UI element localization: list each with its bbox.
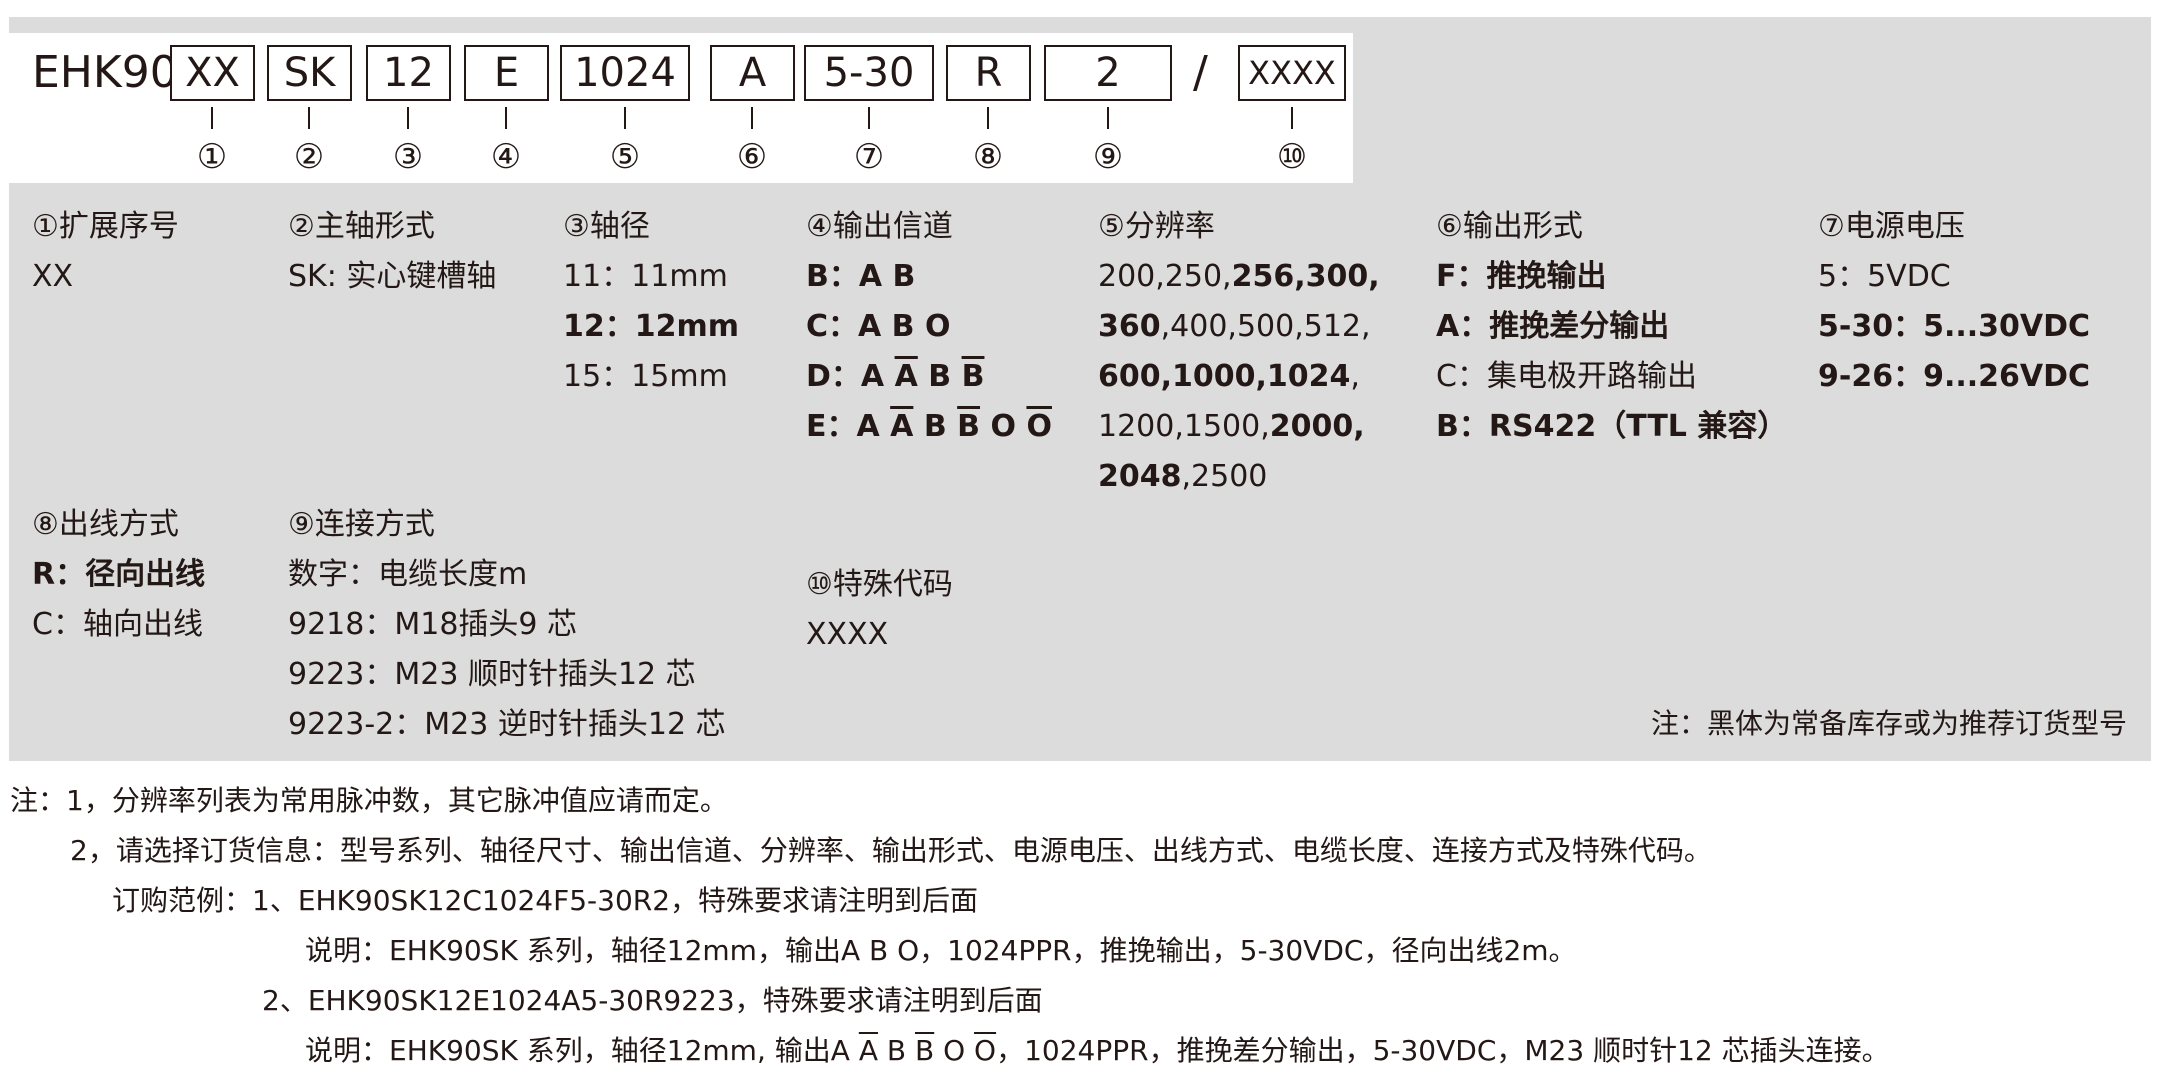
section-output: ⑥输出形式 F：推挽输出 A：推挽差分输出 C：集电极开路输出 B：RS422（… xyxy=(1436,202,1787,452)
marker-tick xyxy=(211,107,213,129)
section-voltage: ⑦电源电压 5：5VDC 5-30：5...30VDC 9-26：9...26V… xyxy=(1818,202,2090,402)
option-item: 9223-2：M23 逆时针插头12 芯 xyxy=(288,707,726,742)
code-box-special: XXXX xyxy=(1238,45,1346,101)
code-box-output: A xyxy=(710,45,795,101)
option-item: 11：11mm xyxy=(563,259,728,294)
marker-2: ② xyxy=(293,137,325,177)
option-item: 5：5VDC xyxy=(1818,259,1951,294)
code-box-cable: R xyxy=(946,45,1031,101)
option-item-recommended: 9-26：9...26VDC xyxy=(1818,359,2091,394)
section-shaft-type: ②主轴形式 SK: 实心键槽轴 xyxy=(288,202,496,302)
option-item: SK: 实心键槽轴 xyxy=(288,259,497,294)
marker-tick xyxy=(505,107,507,129)
marker-tick xyxy=(1107,107,1109,129)
marker-1: ① xyxy=(196,137,228,177)
marker-tick xyxy=(868,107,870,129)
code-box-ext: XX xyxy=(170,45,255,101)
code-box-shaft-dia: 12 xyxy=(366,45,451,101)
option-item-recommended: 5-30：5...30VDC xyxy=(1818,309,2091,344)
section-title: ④输出信道 xyxy=(806,209,953,244)
marker-10: ⑩ xyxy=(1276,137,1308,177)
note-line-1: 注：1，分辨率列表为常用脉冲数，其它脉冲值应请而定。 xyxy=(10,784,728,817)
marker-tick xyxy=(407,107,409,129)
order-example-1: 订购范例：1、EHK90SK12C1024F5-30R2，特殊要求请注明到后面 xyxy=(112,884,979,917)
marker-9: ⑨ xyxy=(1092,137,1124,177)
section-ext: ①扩展序号 XX xyxy=(32,202,179,302)
option-item-recommended: F：推挽输出 xyxy=(1436,259,1607,294)
option-line: 1200,1500,2000, xyxy=(1098,409,1365,444)
marker-7: ⑦ xyxy=(853,137,885,177)
section-title: ⑩特殊代码 xyxy=(806,567,953,602)
option-item-recommended: C：A B O xyxy=(806,309,951,344)
option-item: 9218：M18插头9 芯 xyxy=(288,607,578,642)
stock-note: 注：黑体为常备库存或为推荐订货型号 xyxy=(1650,707,2127,740)
section-title: ⑨连接方式 xyxy=(288,507,435,542)
option-item: 15：15mm xyxy=(563,359,728,394)
marker-tick xyxy=(624,107,626,129)
marker-5: ⑤ xyxy=(609,137,641,177)
code-box-resolution: 1024 xyxy=(560,45,690,101)
model-prefix: EHK90 xyxy=(32,47,178,98)
option-item-recommended: D：A A B B xyxy=(806,359,985,394)
section-title: ⑦电源电压 xyxy=(1818,209,1965,244)
option-item: C：集电极开路输出 xyxy=(1436,359,1697,394)
marker-4: ④ xyxy=(490,137,522,177)
option-item-recommended: B：RS422（TTL 兼容） xyxy=(1436,409,1788,444)
option-item-recommended: E：A A B B O O xyxy=(806,409,1052,444)
option-line: 200,250,256,300, xyxy=(1098,259,1380,294)
order-example-2: 2、EHK90SK12E1024A5-30R9223，特殊要求请注明到后面 xyxy=(262,984,1043,1017)
code-box-voltage: 5-30 xyxy=(804,45,934,101)
option-item: XXXX xyxy=(806,617,889,652)
option-item: C：轴向出线 xyxy=(32,607,203,642)
code-box-channels: E xyxy=(464,45,549,101)
option-item-recommended: 12：12mm xyxy=(563,309,740,344)
code-box-connection: 2 xyxy=(1044,45,1172,101)
marker-8: ⑧ xyxy=(972,137,1004,177)
option-item: XX xyxy=(32,259,74,294)
option-line: 2048,2500 xyxy=(1098,459,1268,494)
marker-tick xyxy=(1291,107,1293,129)
marker-6: ⑥ xyxy=(736,137,768,177)
option-line: 600,1000,1024, xyxy=(1098,359,1360,394)
section-title: ⑥输出形式 xyxy=(1436,209,1583,244)
option-item: 数字：电缆长度m xyxy=(288,557,528,592)
section-title: ①扩展序号 xyxy=(32,209,179,244)
marker-tick xyxy=(308,107,310,129)
option-item-recommended: B：A B xyxy=(806,259,916,294)
option-item: 9223：M23 顺时针插头12 芯 xyxy=(288,657,696,692)
marker-3: ③ xyxy=(392,137,424,177)
section-title: ②主轴形式 xyxy=(288,209,435,244)
section-special: ⑩特殊代码 XXXX xyxy=(806,560,953,660)
option-item-recommended: A：推挽差分输出 xyxy=(1436,309,1670,344)
section-title: ③轴径 xyxy=(563,209,650,244)
section-title: ⑧出线方式 xyxy=(32,507,179,542)
code-box-shaft-type: SK xyxy=(267,45,352,101)
section-connection: ⑨连接方式 数字：电缆长度m 9218：M18插头9 芯 9223：M23 顺时… xyxy=(288,500,726,750)
note-line-2: 2，请选择订货信息：型号系列、轴径尺寸、输出信道、分辨率、输出形式、电源电压、出… xyxy=(70,834,1712,867)
marker-tick xyxy=(751,107,753,129)
option-item-recommended: R：径向出线 xyxy=(32,557,206,592)
order-example-1-desc: 说明：EHK90SK 系列，轴径12mm，输出A B O，1024PPR，推挽输… xyxy=(305,934,1577,967)
option-line: 360,400,500,512, xyxy=(1098,309,1371,344)
section-shaft-diameter: ③轴径 11：11mm 12：12mm 15：15mm xyxy=(563,202,739,402)
code-separator: / xyxy=(1193,47,1208,98)
section-resolution: ⑤分辨率 200,250,256,300, 360,400,500,512, 6… xyxy=(1098,202,1380,502)
section-title: ⑤分辨率 xyxy=(1098,209,1215,244)
order-example-2-desc: 说明：EHK90SK 系列，轴径12mm, 输出A A B B O O，1024… xyxy=(305,1034,1890,1067)
section-cable: ⑧出线方式 R：径向出线 C：轴向出线 xyxy=(32,500,205,650)
marker-tick xyxy=(987,107,989,129)
section-channels: ④输出信道 B：A B C：A B O D：A A B B E：A A B B … xyxy=(806,202,1052,452)
